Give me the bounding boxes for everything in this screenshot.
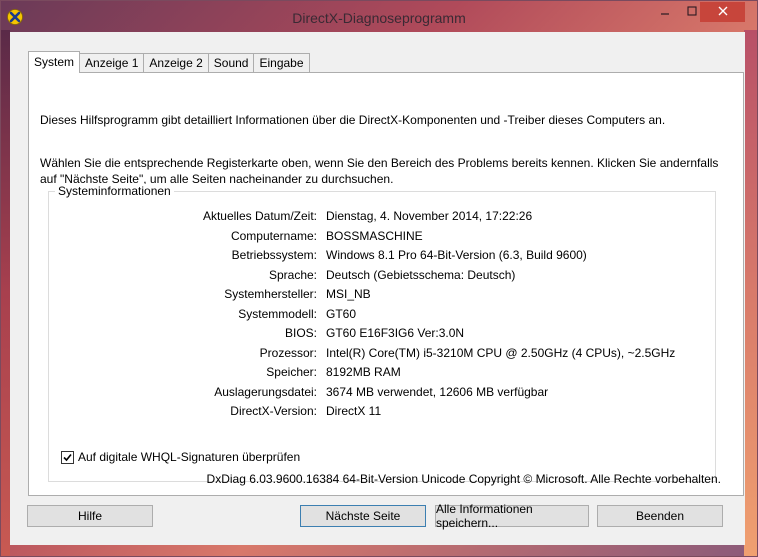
system-tab-panel: Dieses Hilfsprogramm gibt detailliert In… bbox=[28, 72, 744, 496]
info-row-datetime: Aktuelles Datum/Zeit: Dienstag, 4. Novem… bbox=[49, 209, 709, 225]
close-button[interactable] bbox=[700, 2, 745, 22]
info-value: MSI_NB bbox=[326, 287, 371, 301]
info-label: Aktuelles Datum/Zeit: bbox=[202, 209, 317, 223]
intro-text: Dieses Hilfsprogramm gibt detailliert In… bbox=[40, 113, 666, 127]
checkmark-icon bbox=[63, 453, 72, 461]
info-value: BOSSMASCHINE bbox=[326, 228, 423, 243]
info-value: GT60 E16F3IG6 Ver:3.0N bbox=[326, 326, 465, 340]
tab-system[interactable]: System bbox=[28, 51, 81, 73]
window-client-area: System Anzeige 1 Anzeige 2 Sound Eingabe… bbox=[10, 32, 745, 545]
info-label: Auslagerungsdatei: bbox=[214, 384, 317, 399]
info-row-manufacturer: Systemhersteller: MSI_NB bbox=[49, 287, 709, 303]
info-value: 8192MB RAM bbox=[326, 365, 401, 379]
info-value: Windows 8.1 Pro 64-Bit-Version (6.3, Bui… bbox=[326, 248, 587, 262]
info-label: DirectX-Version: bbox=[230, 404, 317, 418]
tab-strip: System Anzeige 1 Anzeige 2 Sound Eingabe bbox=[28, 51, 310, 73]
info-value: DirectX 11 bbox=[326, 404, 382, 418]
info-label: Prozessor: bbox=[259, 345, 317, 360]
help-button[interactable]: Hilfe bbox=[27, 505, 153, 527]
tab-eingabe[interactable]: Eingabe bbox=[253, 53, 310, 72]
whql-checkbox-row[interactable]: Auf digitale WHQL-Signaturen überprüfen bbox=[61, 449, 300, 465]
info-value: Intel(R) Core(TM) i5-3210M CPU @ 2.50GHz… bbox=[326, 345, 676, 360]
info-row-model: Systemmodell: GT60 bbox=[49, 307, 709, 323]
info-value: Deutsch (Gebietsschema: Deutsch) bbox=[326, 267, 516, 282]
info-label: Betriebssystem: bbox=[231, 248, 317, 262]
info-label: Systemmodell: bbox=[238, 306, 317, 321]
title-bar[interactable]: DirectX-Diagnoseprogramm bbox=[1, 1, 757, 33]
info-row-language: Sprache: Deutsch (Gebietsschema: Deutsch… bbox=[49, 268, 709, 284]
version-copyright-text: DxDiag 6.03.9600.16384 64-Bit-Version Un… bbox=[206, 472, 721, 486]
minimize-icon bbox=[660, 5, 670, 19]
info-row-computername: Computername: BOSSMASCHINE bbox=[49, 229, 709, 245]
info-row-directx-version: DirectX-Version: DirectX 11 bbox=[49, 404, 709, 420]
group-title: Systeminformationen bbox=[55, 184, 174, 198]
info-label: Computername: bbox=[230, 228, 317, 243]
whql-checkbox-label[interactable]: Auf digitale WHQL-Signaturen überprüfen bbox=[78, 450, 300, 464]
info-value: 3674 MB verwendet, 12606 MB verfügbar bbox=[326, 384, 549, 399]
info-label: Systemhersteller: bbox=[224, 287, 317, 301]
instructions-text: Wählen Sie die entsprechende Registerkar… bbox=[40, 156, 719, 186]
info-label: Speicher: bbox=[266, 365, 317, 379]
info-row-processor: Prozessor: Intel(R) Core(TM) i5-3210M CP… bbox=[49, 346, 709, 362]
info-row-memory: Speicher: 8192MB RAM bbox=[49, 365, 709, 381]
save-all-info-button[interactable]: Alle Informationen speichern... bbox=[435, 502, 589, 530]
tab-anzeige-2[interactable]: Anzeige 2 bbox=[143, 53, 209, 72]
info-row-os: Betriebssystem: Windows 8.1 Pro 64-Bit-V… bbox=[49, 248, 709, 264]
quit-button[interactable]: Beenden bbox=[597, 505, 723, 527]
info-label: Sprache: bbox=[268, 267, 317, 282]
whql-checkbox[interactable] bbox=[61, 450, 74, 464]
info-row-bios: BIOS: GT60 E16F3IG6 Ver:3.0N bbox=[49, 326, 709, 342]
info-value: Dienstag, 4. November 2014, 17:22:26 bbox=[326, 209, 533, 223]
info-row-pagefile: Auslagerungsdatei: 3674 MB verwendet, 12… bbox=[49, 385, 709, 401]
dxdiag-window: DirectX-Diagnoseprogramm System Anzeige … bbox=[0, 0, 758, 557]
maximize-icon bbox=[686, 5, 697, 19]
minimize-button[interactable] bbox=[651, 2, 678, 22]
tab-anzeige-1[interactable]: Anzeige 1 bbox=[79, 53, 145, 72]
next-page-button[interactable]: Nächste Seite bbox=[300, 505, 426, 527]
window-title: DirectX-Diagnoseprogramm bbox=[292, 10, 466, 26]
info-value: GT60 bbox=[326, 306, 357, 321]
info-label: BIOS: bbox=[284, 326, 317, 340]
close-icon bbox=[718, 4, 728, 20]
tab-sound[interactable]: Sound bbox=[207, 53, 255, 72]
system-info-group: Systeminformationen Aktuelles Datum/Zeit… bbox=[48, 184, 716, 482]
